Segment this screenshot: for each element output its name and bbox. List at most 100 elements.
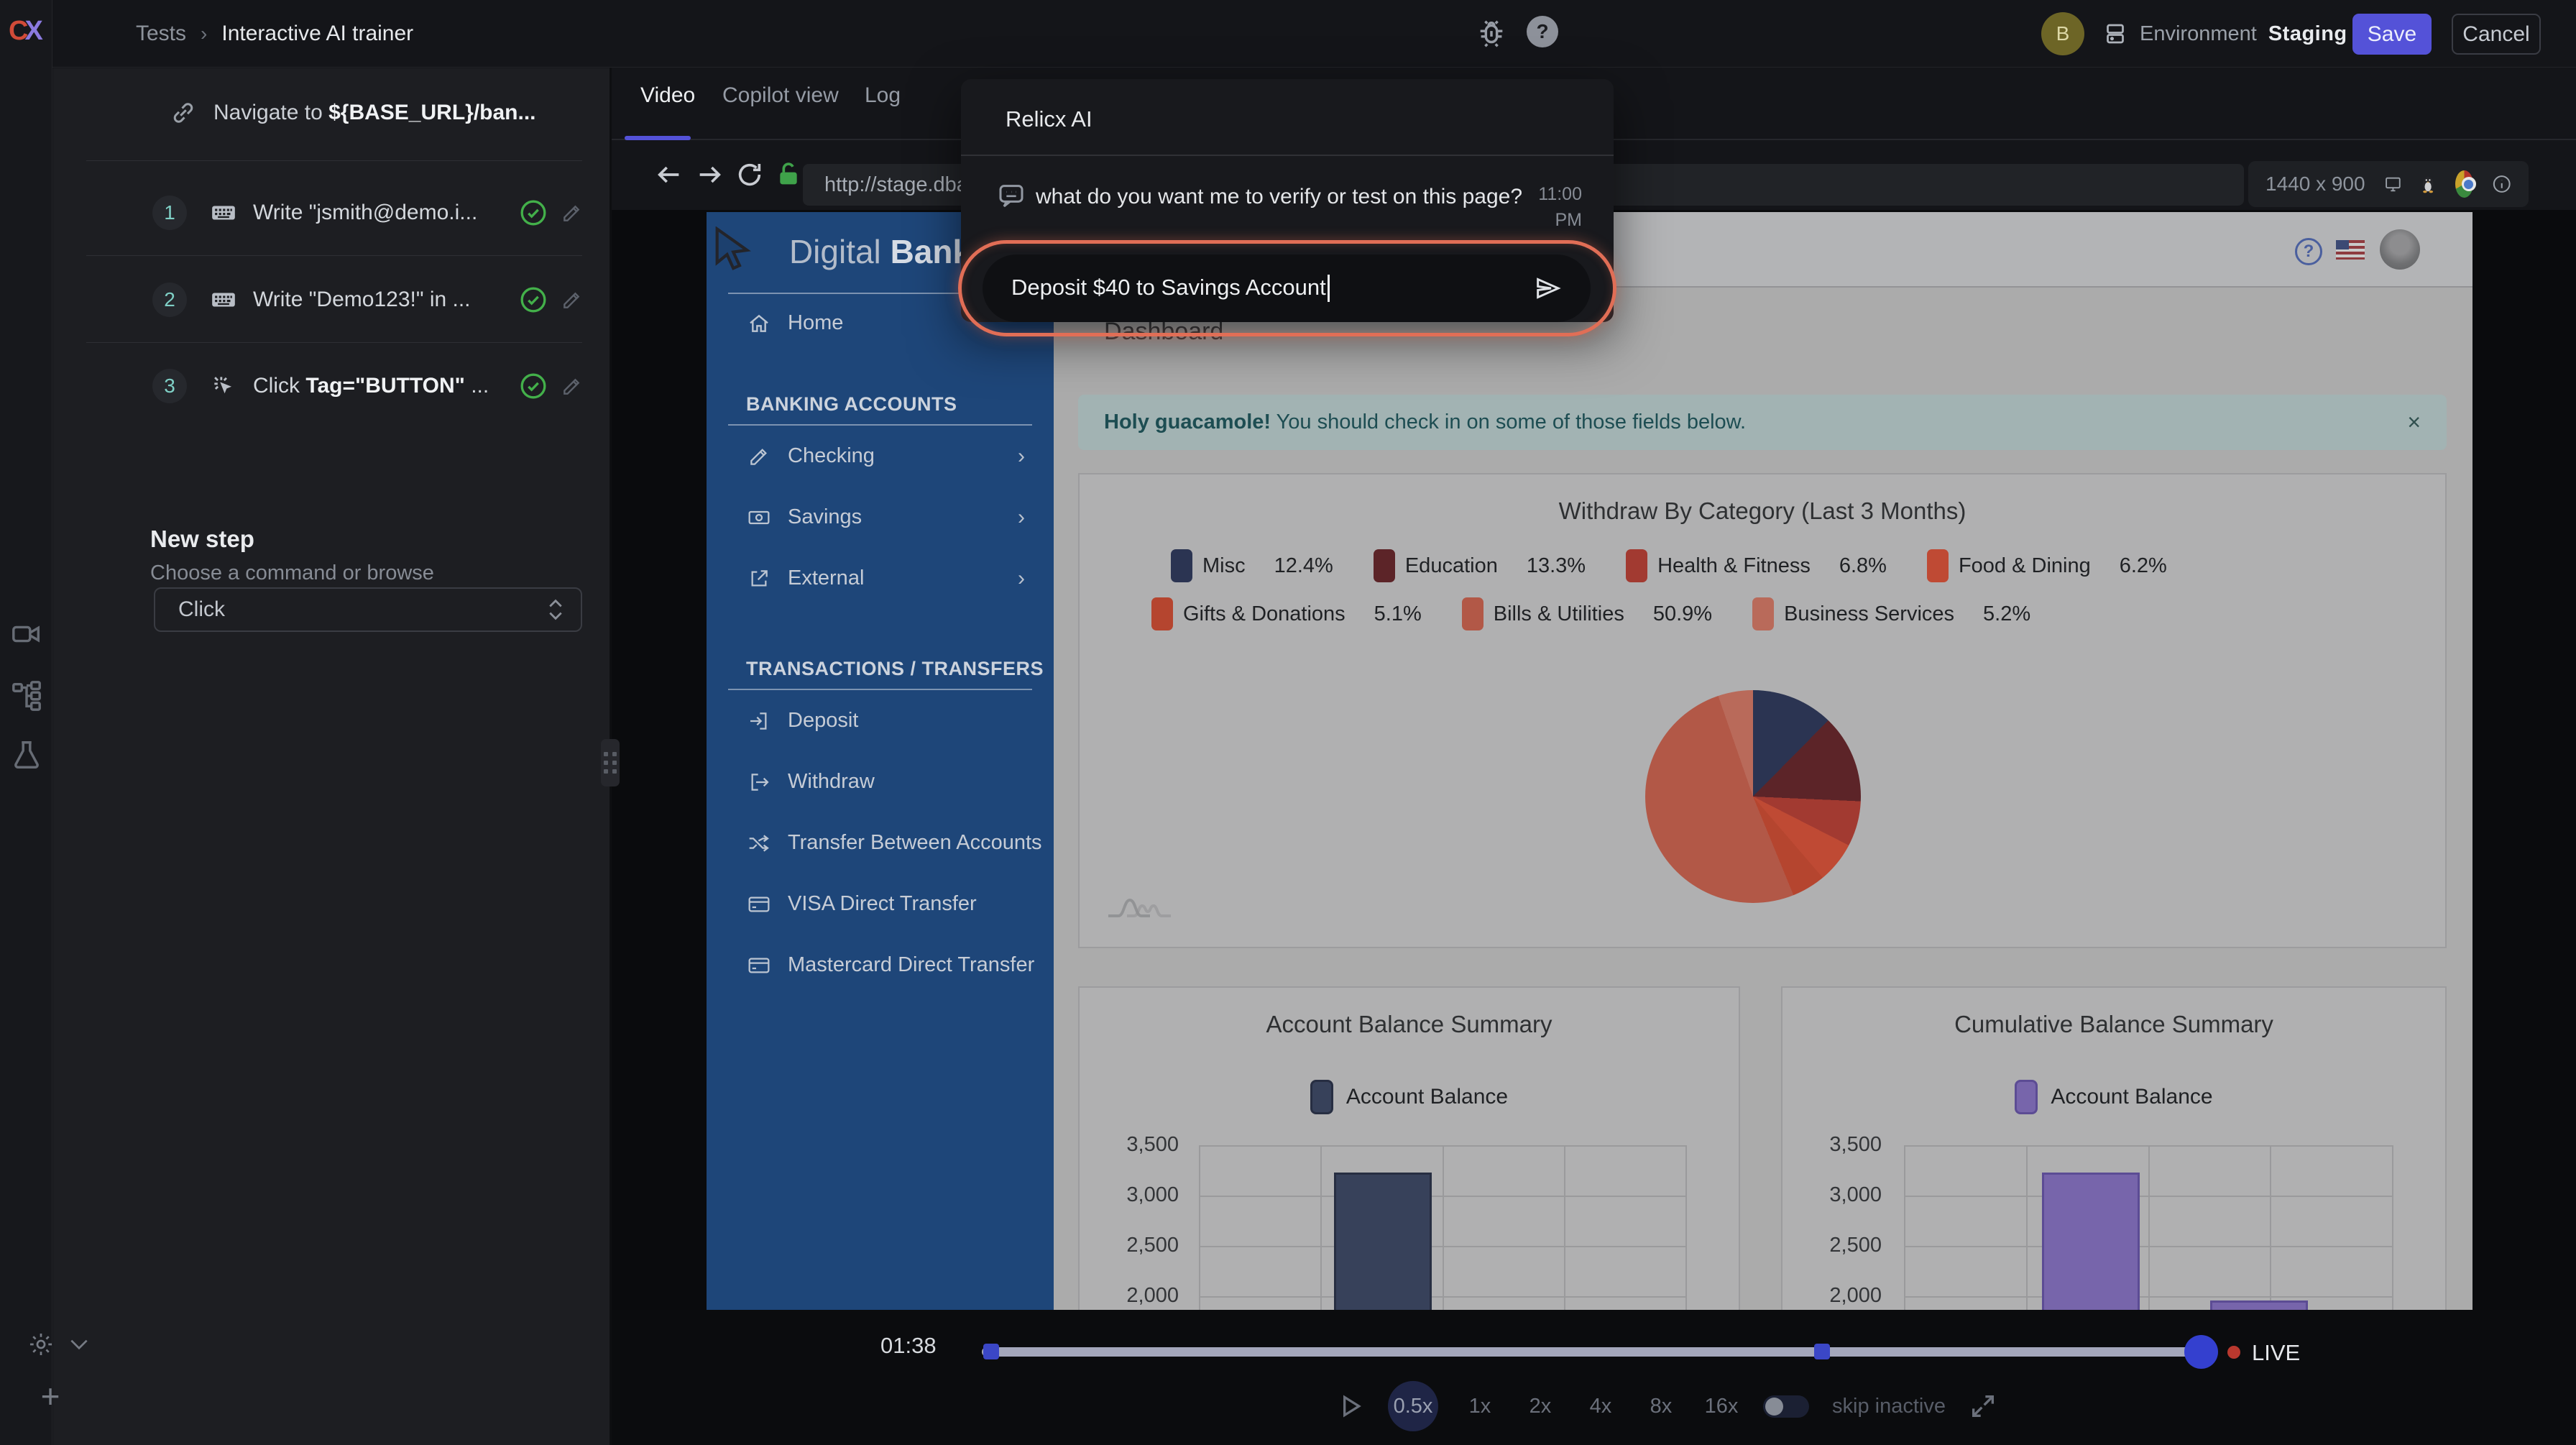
bank-help-icon[interactable]: ? bbox=[2295, 238, 2322, 265]
pie-legend-row-2: Gifts & Donations5.1%Bills & Utilities50… bbox=[1151, 597, 2030, 630]
tab-video[interactable]: Video bbox=[640, 83, 695, 108]
mouse-cursor-icon bbox=[712, 226, 757, 274]
tab-copilot-view[interactable]: Copilot view bbox=[722, 83, 839, 108]
bank-nav-label: Mastercard Direct Transfer bbox=[788, 953, 1034, 977]
cumulative-balance-card: Cumulative Balance Summary Account Balan… bbox=[1781, 986, 2447, 1310]
bank-nav-label: Deposit bbox=[788, 709, 858, 733]
legend-label: Account Balance bbox=[1346, 1085, 1508, 1109]
screencast-frame: Digital Bank Home BANKING ACCOUNTS Check… bbox=[707, 212, 2472, 1310]
settings-gear-icon[interactable] bbox=[27, 1331, 55, 1358]
bank-nav-item[interactable]: Transfer Between Accounts bbox=[707, 812, 1054, 873]
gridline bbox=[2270, 1145, 2271, 1310]
speed-8x-button[interactable]: 8x bbox=[1642, 1395, 1680, 1418]
alert-close-icon[interactable]: × bbox=[2407, 409, 2421, 436]
tab-log[interactable]: Log bbox=[865, 83, 901, 108]
y-tick-label: 2,000 bbox=[1829, 1284, 1882, 1308]
video-camera-icon[interactable] bbox=[10, 618, 43, 651]
page-title: Interactive AI trainer bbox=[221, 22, 413, 46]
sign-out-icon bbox=[748, 771, 770, 794]
flow-tree-icon[interactable] bbox=[10, 679, 43, 712]
check-circle-icon bbox=[519, 285, 548, 314]
money-icon bbox=[748, 506, 770, 529]
legend-label: Gifts & Donations bbox=[1183, 602, 1346, 626]
left-icon-rail: CX bbox=[0, 0, 52, 1445]
speed-16x-button[interactable]: 16x bbox=[1703, 1395, 1740, 1418]
playback-controls: 0.5x1x2x4x8x16x skip inactive bbox=[1336, 1380, 1997, 1432]
bank-nav-item[interactable]: External› bbox=[707, 548, 1054, 609]
edit-step-button[interactable] bbox=[561, 201, 584, 224]
forward-icon[interactable] bbox=[695, 160, 724, 189]
edit-step-button[interactable] bbox=[561, 375, 584, 398]
us-flag-icon[interactable] bbox=[2336, 240, 2365, 260]
y-tick-label: 3,500 bbox=[1829, 1133, 1882, 1157]
sparkline-icon[interactable] bbox=[1105, 890, 1174, 922]
event-marker[interactable] bbox=[1814, 1344, 1830, 1359]
speed-2x-button[interactable]: 2x bbox=[1522, 1395, 1559, 1418]
bank-nav-item[interactable]: Savings› bbox=[707, 487, 1054, 548]
bank-user-avatar[interactable] bbox=[2380, 229, 2420, 270]
dialog-title: Relicx AI bbox=[1006, 106, 1092, 132]
play-icon[interactable] bbox=[1336, 1390, 1365, 1422]
lock-icon bbox=[774, 160, 803, 189]
panel-drag-handle[interactable] bbox=[601, 739, 620, 786]
bank-nav-item[interactable]: VISA Direct Transfer bbox=[707, 873, 1054, 935]
reload-icon[interactable] bbox=[735, 160, 764, 189]
help-icon[interactable]: ? bbox=[1527, 16, 1558, 47]
flask-icon[interactable] bbox=[10, 738, 43, 771]
external-link-icon bbox=[748, 567, 770, 590]
speed-0.5x-button[interactable]: 0.5x bbox=[1388, 1381, 1438, 1431]
playback-time: 01:38 bbox=[880, 1333, 937, 1359]
bank-nav-item[interactable]: Checking› bbox=[707, 426, 1054, 487]
info-icon[interactable] bbox=[2492, 169, 2511, 199]
step-row-1[interactable]: 1 Write "jsmith@demo.i... bbox=[53, 170, 610, 256]
y-tick-label: 3,000 bbox=[1126, 1183, 1179, 1207]
bank-nav-label: Withdraw bbox=[788, 770, 875, 794]
check-circle-icon bbox=[519, 198, 548, 227]
user-avatar[interactable]: B bbox=[2041, 12, 2084, 55]
breadcrumb-tests-link[interactable]: Tests bbox=[136, 22, 186, 46]
save-button[interactable]: Save bbox=[2352, 14, 2432, 55]
progress-track[interactable] bbox=[982, 1347, 2202, 1357]
bank-nav-item[interactable]: Deposit bbox=[707, 690, 1054, 751]
event-marker[interactable] bbox=[983, 1344, 999, 1359]
ai-message: what do you want me to verify or test on… bbox=[1036, 185, 1522, 209]
gridline bbox=[2148, 1145, 2150, 1310]
cx-logo[interactable]: CX bbox=[9, 16, 40, 47]
credit-card-icon bbox=[748, 893, 770, 916]
bank-nav-item[interactable]: Mastercard Direct Transfer bbox=[707, 935, 1054, 996]
edit-step-button[interactable] bbox=[561, 288, 584, 311]
step-row-3[interactable]: 3 Click Tag="BUTTON" ... bbox=[53, 343, 610, 429]
playhead-knob[interactable] bbox=[2184, 1335, 2218, 1369]
instruction-input[interactable]: Deposit $40 to Savings Account bbox=[983, 254, 1591, 322]
speed-4x-button[interactable]: 4x bbox=[1582, 1395, 1619, 1418]
step-navigate[interactable]: Navigate to ${BASE_URL}/ban... bbox=[53, 86, 610, 140]
legend-swatch bbox=[2015, 1080, 2038, 1114]
speed-1x-button[interactable]: 1x bbox=[1461, 1395, 1499, 1418]
back-icon[interactable] bbox=[655, 160, 684, 189]
skip-inactive-toggle[interactable] bbox=[1763, 1395, 1809, 1418]
chevron-right-icon: › bbox=[1018, 444, 1025, 469]
command-select[interactable]: Click bbox=[154, 587, 582, 632]
cancel-button[interactable]: Cancel bbox=[2452, 14, 2541, 55]
y-axis-ticks: 3,5003,0002,5002,000 bbox=[1080, 988, 1187, 1310]
bank-sidebar: Digital Bank Home BANKING ACCOUNTS Check… bbox=[707, 212, 1054, 1310]
gridline bbox=[1564, 1145, 1565, 1310]
legend-value: 12.4% bbox=[1274, 554, 1333, 578]
step-row-2[interactable]: 2 Write "Demo123!" in ... bbox=[53, 257, 610, 343]
send-icon[interactable] bbox=[1533, 274, 1562, 303]
bar-account-balance bbox=[1334, 1173, 1431, 1310]
y-tick-label: 2,500 bbox=[1126, 1234, 1179, 1257]
legend-swatch bbox=[1927, 549, 1949, 582]
bank-dashboard: Dashboard Holy guacamole! You should che… bbox=[1054, 288, 2472, 1310]
bug-icon[interactable] bbox=[1475, 17, 1508, 50]
bank-nav-item[interactable]: Withdraw bbox=[707, 751, 1054, 812]
chevron-down-icon[interactable] bbox=[68, 1334, 91, 1354]
y-tick-label: 3,000 bbox=[1829, 1183, 1882, 1207]
live-dot bbox=[2227, 1346, 2240, 1359]
linux-penguin-icon bbox=[2420, 170, 2436, 198]
fullscreen-icon[interactable] bbox=[1969, 1392, 1997, 1421]
add-button[interactable]: + bbox=[36, 1382, 65, 1410]
legend-label: Food & Dining bbox=[1959, 554, 2091, 578]
section-title: TRANSACTIONS / TRANSFERS bbox=[746, 649, 1054, 689]
environment-selector[interactable]: Environment Staging bbox=[2102, 0, 2347, 68]
